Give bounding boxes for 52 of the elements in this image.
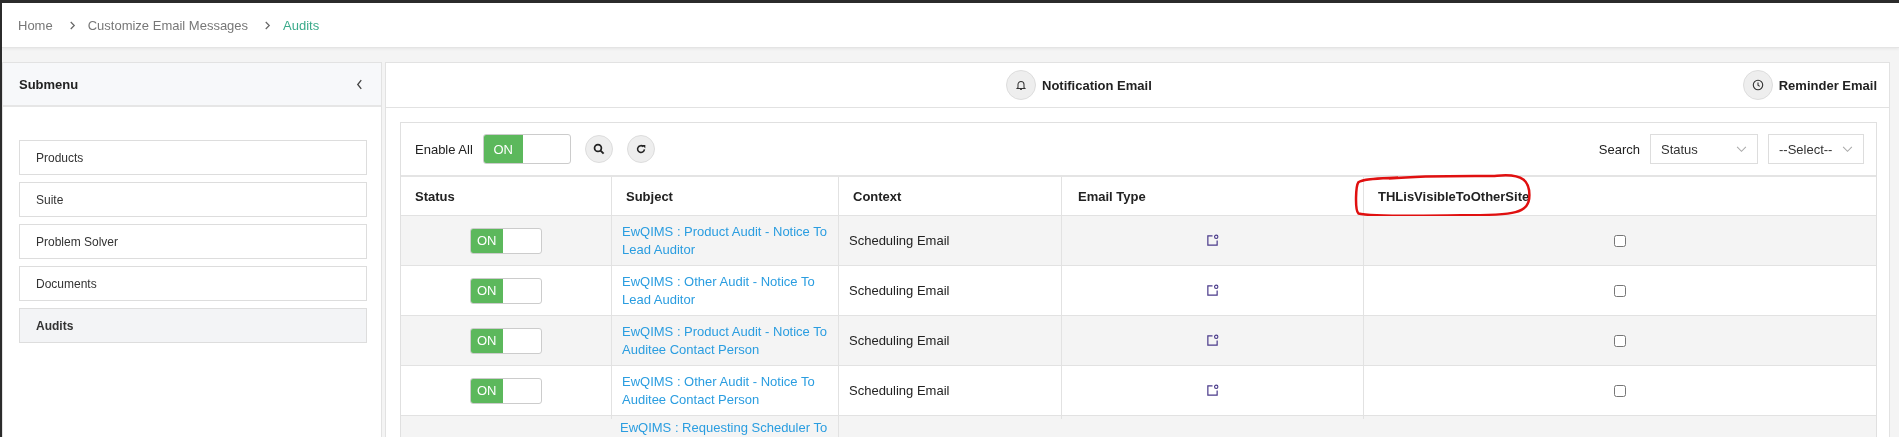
table-cell: Scheduling Email — [849, 283, 950, 298]
enable-all-toggle[interactable]: ON — [482, 134, 571, 164]
subject-link[interactable]: EwQIMS : Other Audit - Notice To Auditee Contact Person — [622, 372, 828, 409]
column-header: Status — [415, 188, 455, 204]
bell-icon — [1015, 79, 1027, 91]
status-toggle[interactable]: ON — [470, 227, 542, 254]
filter-dropdown[interactable]: --Select-- — [1768, 134, 1864, 164]
visible-checkbox[interactable] — [1614, 234, 1626, 247]
sidebar-item[interactable]: Problem Solver — [19, 224, 367, 259]
table-cell: Scheduling Email — [849, 233, 950, 248]
sidebar-title: Submenu — [19, 76, 79, 92]
visible-checkbox[interactable] — [1614, 334, 1626, 347]
sidebar-item[interactable]: Suite — [19, 182, 367, 217]
chevron-right-icon — [264, 20, 272, 30]
refresh-icon — [634, 143, 647, 155]
email-notification-icon[interactable] — [1206, 284, 1219, 297]
collapse-icon[interactable] — [356, 78, 363, 90]
breadcrumb-link[interactable]: Audits — [283, 17, 320, 33]
chevron-right-icon — [68, 20, 76, 30]
sidebar-item[interactable]: Audits — [19, 308, 367, 343]
subject-link[interactable]: EwQIMS : Product Audit - Notice To Lead Auditor — [622, 222, 828, 259]
breadcrumb-link[interactable]: Customize Email Messages — [87, 17, 249, 33]
status-toggle[interactable]: ON — [470, 277, 542, 304]
column-header: Context — [853, 188, 902, 204]
table-cell: Scheduling Email — [849, 383, 950, 398]
email-notification-icon[interactable] — [1206, 334, 1219, 347]
subject-link[interactable]: EwQIMS : Requesting Scheduler To — [620, 419, 828, 437]
sidebar-item[interactable]: Products — [19, 140, 367, 175]
chevron-down-icon — [1842, 145, 1853, 153]
status-toggle[interactable]: ON — [470, 377, 542, 404]
table-cell: Scheduling Email — [849, 333, 950, 348]
subject-link[interactable]: EwQIMS : Other Audit - Notice To Lead Auditor — [622, 272, 828, 309]
chevron-down-icon — [1736, 145, 1747, 153]
email-tab[interactable]: Reminder Email — [1742, 70, 1877, 100]
search-label: Search — [1598, 141, 1640, 157]
filter-dropdown[interactable]: Status — [1650, 134, 1758, 164]
email-notification-icon[interactable] — [1206, 234, 1219, 247]
enable-all-label: Enable All — [415, 141, 473, 157]
visible-checkbox[interactable] — [1614, 384, 1626, 397]
status-toggle[interactable]: ON — [470, 327, 542, 354]
email-tab[interactable]: Notification Email — [1006, 70, 1152, 100]
search-button[interactable] — [584, 135, 613, 163]
sidebar-item[interactable]: Documents — [19, 266, 367, 301]
search-icon — [592, 143, 605, 155]
column-header: Email Type — [1078, 188, 1146, 204]
column-header: Subject — [626, 188, 673, 204]
breadcrumb-link[interactable]: Home — [18, 17, 53, 33]
visible-checkbox[interactable] — [1614, 284, 1626, 297]
subject-link[interactable]: EwQIMS : Product Audit - Notice To Auditee Contact Person — [622, 322, 828, 359]
clock-icon — [1751, 79, 1764, 91]
refresh-button[interactable] — [626, 135, 655, 163]
email-notification-icon[interactable] — [1206, 384, 1219, 397]
